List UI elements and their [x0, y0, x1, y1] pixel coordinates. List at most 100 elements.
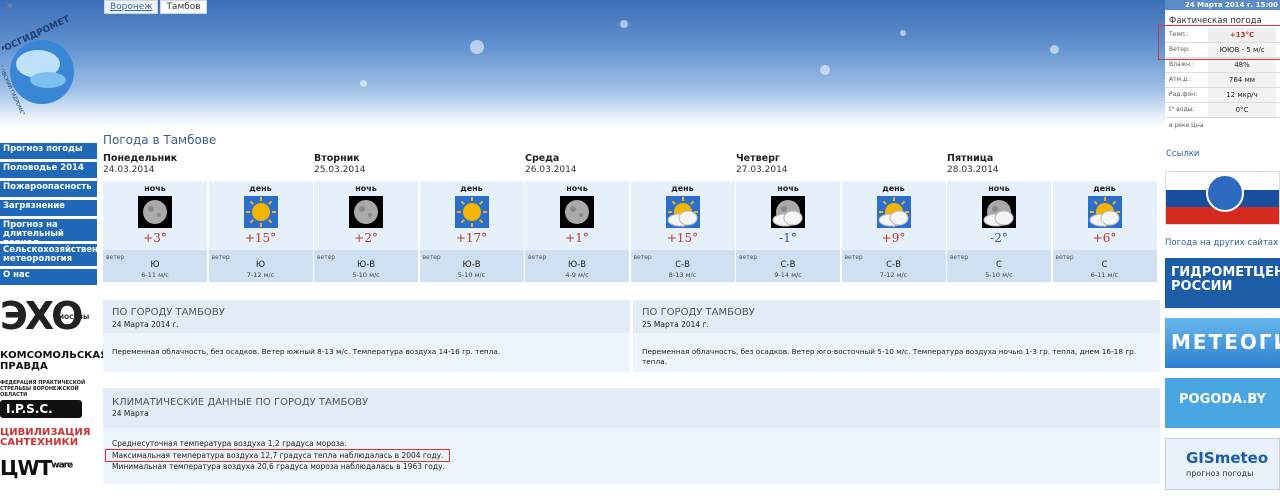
weather-value: 0°С — [1208, 103, 1276, 117]
kp-logo[interactable]: КОМСОМОЛЬСКАЯ ПРАВДА — [0, 350, 108, 374]
forecast-cell: ночь +3° ветер Ю 6-11 м/с — [103, 181, 207, 282]
wind-block: ветер С-В 8-13 м/с — [630, 250, 735, 282]
period-time: ночь — [144, 184, 166, 193]
bokeh-dot — [820, 65, 830, 75]
roshydromet-flag-banner[interactable] — [1165, 171, 1280, 225]
sun-cloud-icon — [665, 196, 700, 228]
wind-direction: С-В — [675, 260, 690, 270]
nav-item-longterm[interactable]: Прогноз на длительный период — [0, 219, 97, 241]
moon-cloud-icon — [771, 196, 805, 228]
climate-header: КЛИМАТИЧЕСКИЕ ДАННЫЕ ПО ГОРОДУ ТАМБОВУ 2… — [103, 388, 1160, 428]
period-time: день — [882, 184, 905, 193]
wind-speed: 9-14 м/с — [774, 271, 802, 279]
temperature: +2° — [354, 231, 378, 245]
day-date: 28.03.2014 — [947, 165, 999, 175]
forecast-date: 25 Марта 2014 г. — [642, 320, 709, 329]
day-date: 26.03.2014 — [525, 165, 577, 175]
wind-speed: 7-12 м/с — [246, 271, 275, 279]
nav-item-fire[interactable]: Пожароопасность — [0, 181, 97, 197]
weather-value: 764 мм — [1208, 73, 1276, 87]
nav-item-flood[interactable]: Половодье 2014 — [0, 162, 97, 178]
wind-speed: 5-10 м/с — [457, 271, 486, 279]
meteoguide-banner[interactable]: МЕТЕОГИД — [1165, 318, 1280, 368]
nav-item-forecast[interactable]: Прогноз погоды — [0, 143, 97, 159]
period-time: день — [1093, 184, 1116, 193]
temperature: +15° — [244, 231, 277, 245]
day-date: 24.03.2014 — [103, 165, 155, 175]
tab-voronezh[interactable]: Воронеж — [104, 0, 159, 14]
gismeteo-sub: прогноз погоды — [1186, 469, 1254, 478]
wind-block: ветер Ю 7-12 м/с — [208, 250, 313, 282]
gismeteo-text: GISmeteo — [1186, 449, 1269, 467]
period-time: день — [249, 184, 272, 193]
civil-logo[interactable]: ЦИВИЛИЗАЦИЯ САНТЕХНИКИ — [0, 428, 97, 448]
wind-direction: Ю — [150, 260, 160, 270]
day-date: 27.03.2014 — [736, 165, 788, 175]
nav-item-agrometeo[interactable]: Сельскохозяйственная метеорология — [0, 244, 97, 266]
forecast-title: ПО ГОРОДУ ТАМБОВУ — [642, 307, 755, 318]
page-title: Погода в Тамбове — [103, 133, 217, 147]
echo-logo[interactable]: ЭХО МОСКВЫ — [0, 292, 97, 344]
hydrometcenter-banner[interactable]: ГИДРОМЕТЦЕНТР РОССИИ — [1165, 258, 1280, 308]
forecast-text: Переменная облачность, без осадков. Вете… — [642, 347, 1137, 366]
forecast-cell: ночь +1° ветер Ю-В 4-9 м/с — [525, 181, 629, 282]
weather-value: 48% — [1208, 58, 1276, 72]
day-name: Пятница — [947, 153, 994, 164]
temperature: -1° — [779, 231, 797, 245]
emblem-icon — [1206, 174, 1244, 212]
gismeteo-banner[interactable]: GISmeteo прогноз погоды — [1165, 438, 1280, 490]
moon-cloud-icon — [982, 196, 1016, 228]
period-time: ночь — [988, 184, 1010, 193]
temperature: +3° — [143, 231, 167, 245]
forecast-date: 24 Марта 2014 г. — [112, 320, 179, 329]
ipsc-caption: ФЕДЕРАЦИЯ ПРАКТИЧЕСКОЙ СТРЕЛЬБЫ ВОРОНЕЖС… — [0, 380, 86, 398]
weather-value: 12 мкр/ч — [1208, 88, 1276, 102]
wind-block: ветер С-В 9-14 м/с — [736, 250, 840, 282]
temperature: +6° — [1092, 231, 1117, 245]
roshydromet-logo[interactable]: РОСГИДРОМЕТ ТАМБОВСКИЙ ГИДРОМЕТЦЕНТР — [0, 14, 92, 132]
wind-speed: 6-11 м/с — [1090, 271, 1119, 279]
bokeh-dot — [470, 40, 484, 54]
weather-label: Влажн.: — [1169, 61, 1194, 68]
wind-speed: 5-10 м/с — [985, 271, 1013, 279]
forecast-box: ПО ГОРОДУ ТАМБОВУ 24 Марта 2014 г. Перем… — [103, 300, 630, 372]
nav-item-pollution[interactable]: Загрязнение — [0, 200, 97, 216]
ware-logo[interactable]: ЦWTware — [0, 456, 97, 480]
bokeh-dot — [620, 20, 628, 28]
partner-logos: ЭХО МОСКВЫ КОМСОМОЛЬСКАЯ ПРАВДА ФЕДЕРАЦИ… — [0, 292, 108, 480]
ware-text: ЦWT — [0, 456, 52, 480]
weather-row: Атм.д.: 764 мм — [1165, 73, 1280, 88]
weather-row: Влажн.: 48% — [1165, 58, 1280, 73]
other-sites-title: Погода на других сайтах — [1165, 238, 1279, 248]
temperature: +15° — [666, 231, 699, 245]
weather-label: t° воды: — [1169, 106, 1195, 113]
datestamp: 24 Марта 2014 г. 15:00 — [1165, 0, 1280, 10]
nav-item-about[interactable]: О нас — [0, 269, 97, 285]
ware-sup: ware — [51, 460, 73, 471]
pogoda-by-banner[interactable]: POGODA.BY — [1165, 378, 1280, 428]
day-date: 25.03.2014 — [314, 165, 366, 175]
period-time: день — [671, 184, 694, 193]
period-time: ночь — [777, 184, 799, 193]
actual-weather: Фактическая погода Темп.: +13°С Ветер: ЮЮВ … — [1158, 14, 1280, 133]
climate-box: КЛИМАТИЧЕСКИЕ ДАННЫЕ ПО ГОРОДУ ТАМБОВУ 2… — [103, 388, 1160, 484]
tab-tambov[interactable]: Тамбов — [160, 0, 207, 14]
wind-block: ветер С 5-10 м/с — [947, 250, 1051, 282]
wind-direction: Ю — [255, 260, 266, 270]
climate-line: Минимальная температура воздуха 20,6 гра… — [112, 462, 445, 471]
ipsc-logo[interactable]: I.P.S.C. — [0, 400, 82, 418]
forecast-cell: ночь -2° ветер С 5-10 м/с — [947, 181, 1051, 282]
close-icon[interactable]: ✕ — [6, 2, 16, 12]
climate-line-highlighted: Максимальная температура воздуха 12,7 гр… — [105, 449, 451, 462]
main-content: Погода в Тамбове Понедельник 24.03.2014 Вт… — [103, 133, 1160, 282]
forecast-grid: ночь +3° ветер Ю 6-11 м/с день +15° ветер Ю 7-12 … — [103, 181, 1160, 282]
sun-icon — [243, 196, 278, 228]
day-header: Пятница 28.03.2014 — [947, 153, 1158, 175]
forecast-cell: день +17° ветер Ю-В 5-10 м/с — [419, 181, 524, 282]
wind-speed: 4-9 м/с — [565, 271, 589, 279]
text-forecast-row: ПО ГОРОДУ ТАМБОВУ 24 Марта 2014 г. Перем… — [103, 300, 1160, 372]
echo-sub: МОСКВЫ — [58, 314, 90, 321]
bokeh-dot — [1050, 45, 1059, 54]
wind-block: ветер Ю-В 4-9 м/с — [525, 250, 629, 282]
river-note: в реке Цна — [1169, 122, 1204, 129]
